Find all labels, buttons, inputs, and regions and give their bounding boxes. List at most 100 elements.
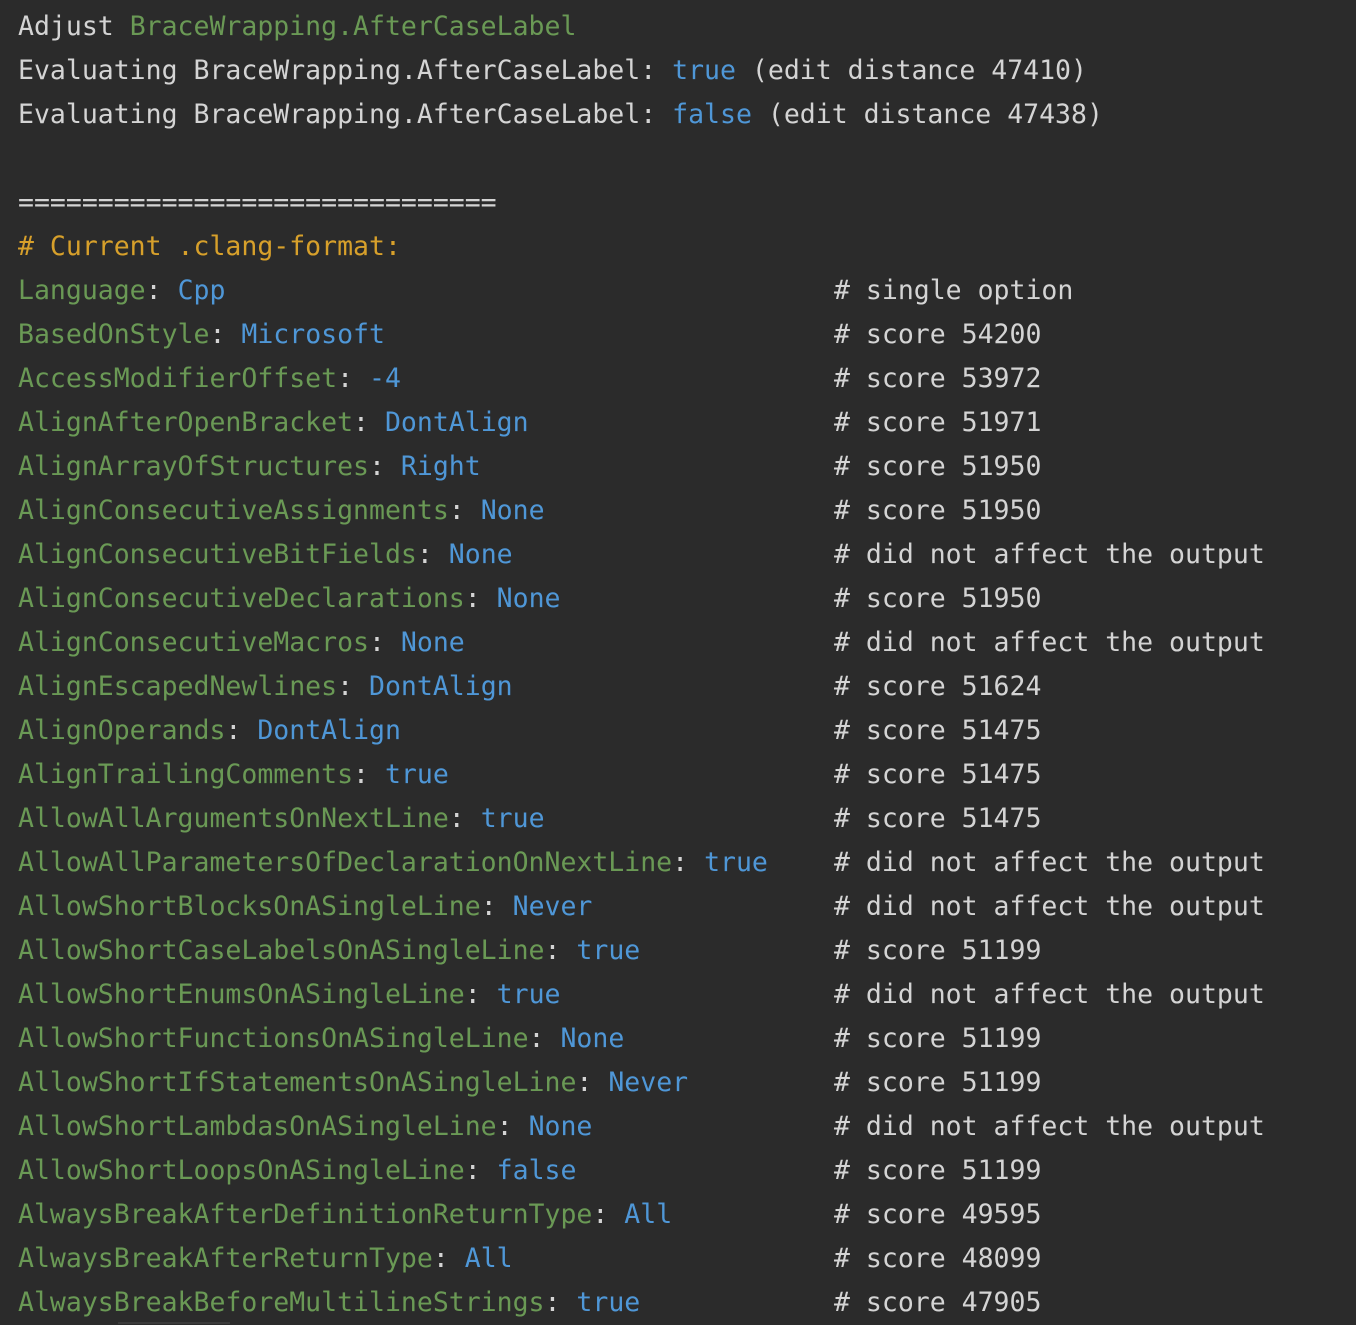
option-key: AlignEscapedNewlines xyxy=(18,671,338,702)
log-highlight: false xyxy=(672,99,752,130)
option-colon: : xyxy=(353,407,385,438)
option-comment: # score 51475 xyxy=(834,715,1042,746)
option-row: AlignConsecutiveAssignments: None # score… xyxy=(18,489,1356,533)
log-text: Evaluating BraceWrapping.AfterCaseLabel: xyxy=(18,55,673,86)
option-key: AllowShortLambdasOnASingleLine xyxy=(18,1111,497,1142)
console-output: Adjust BraceWrapping.AfterCaseLabel Evalu… xyxy=(18,5,1356,1325)
option-colon: : xyxy=(369,627,401,658)
option-key: AlignArrayOfStructures xyxy=(18,451,369,482)
console-window: { "header": [ {"prefix": "Adjust ", "hig… xyxy=(0,0,1356,1324)
option-colon: : xyxy=(544,935,577,966)
option-comment: # score 51971 xyxy=(834,407,1042,438)
option-key: AllowAllParametersOfDeclarationOnNextLin… xyxy=(18,847,673,878)
option-comment: # did not affect the output xyxy=(834,847,1265,878)
option-value: All xyxy=(624,1199,673,1230)
option-colon: : xyxy=(464,1155,497,1186)
option-comment: # score 51950 xyxy=(834,495,1042,526)
log-highlight: true xyxy=(672,55,736,86)
option-colon: : xyxy=(576,1067,609,1098)
option-value: true xyxy=(704,847,768,878)
option-value: All xyxy=(464,1243,513,1274)
option-colon: : xyxy=(448,803,481,834)
option-comment: # score 49595 xyxy=(834,1199,1042,1230)
option-colon: : xyxy=(225,715,258,746)
option-value: Cpp xyxy=(177,275,226,306)
option-value: true xyxy=(576,1287,641,1318)
option-comment: # did not affect the output xyxy=(834,979,1265,1010)
option-value: true xyxy=(480,803,545,834)
option-colon: : xyxy=(337,671,370,702)
option-row: AllowShortCaseLabelsOnASingleLine: true #… xyxy=(18,929,1356,973)
option-row: AlwaysBreakAfterDefinitionReturnType: Al… xyxy=(18,1193,1356,1237)
option-comment: # did not affect the output xyxy=(834,539,1265,570)
option-row: AlignConsecutiveBitFields: None # did not… xyxy=(18,533,1356,577)
option-comment: # score 51199 xyxy=(834,1067,1042,1098)
option-key: AlwaysBreakBeforeMultilineStrings xyxy=(18,1287,545,1318)
option-colon: : xyxy=(528,1023,561,1054)
option-value: None xyxy=(480,495,545,526)
option-row: AlignConsecutiveDeclarations: None # scor… xyxy=(18,577,1356,621)
option-comment: # score 53972 xyxy=(834,363,1042,394)
option-row: AccessModifierOffset: -4 # score 53972 xyxy=(18,357,1356,401)
option-value: None xyxy=(448,539,513,570)
option-value: true xyxy=(576,935,641,966)
option-value: None xyxy=(400,627,465,658)
option-value: true xyxy=(384,759,449,790)
log-header: Adjust BraceWrapping.AfterCaseLabel Evalu… xyxy=(18,5,1356,137)
option-colon: : xyxy=(480,891,513,922)
option-colon: : xyxy=(432,1243,465,1274)
option-key: AllowShortFunctionsOnASingleLine xyxy=(18,1023,529,1054)
option-comment: # score 51950 xyxy=(834,451,1042,482)
option-value: Microsoft xyxy=(241,319,385,350)
option-row: AlignOperands: DontAlign # score 51475 xyxy=(18,709,1356,753)
option-value: false xyxy=(496,1155,577,1186)
option-comment: # score 54200 xyxy=(834,319,1042,350)
option-comment: # score 51199 xyxy=(834,1155,1042,1186)
option-comment: # score 48099 xyxy=(834,1243,1042,1274)
log-line: Evaluating BraceWrapping.AfterCaseLabel:… xyxy=(18,93,1356,137)
option-key: Language xyxy=(18,275,146,306)
option-key: AlignConsecutiveBitFields xyxy=(18,539,417,570)
option-value: DontAlign xyxy=(369,671,513,702)
log-text: (edit distance 47438) xyxy=(751,99,1103,130)
option-colon: : xyxy=(464,979,497,1010)
option-row: AllowShortBlocksOnASingleLine: Never # di… xyxy=(18,885,1356,929)
option-row: AlignAfterOpenBracket: DontAlign # score … xyxy=(18,401,1356,445)
option-key: AlignConsecutiveAssignments xyxy=(18,495,449,526)
option-value: true xyxy=(496,979,561,1010)
option-key: AlignOperands xyxy=(18,715,226,746)
option-row: AllowShortLoopsOnASingleLine: false # sco… xyxy=(18,1149,1356,1193)
option-comment: # score 51475 xyxy=(834,759,1042,790)
option-colon: : xyxy=(369,451,401,482)
option-colon: : xyxy=(592,1199,625,1230)
option-value: -4 xyxy=(369,363,401,394)
options-list: Language: Cpp # single option BasedOnStyle… xyxy=(18,269,1356,1325)
option-colon: : xyxy=(496,1111,529,1142)
separator-line: ============================== xyxy=(18,187,497,218)
option-key: AllowShortIfStatementsOnASingleLine xyxy=(18,1067,577,1098)
option-row: AllowShortEnumsOnASingleLine: true # did … xyxy=(18,973,1356,1017)
option-key: AllowShortEnumsOnASingleLine xyxy=(18,979,465,1010)
option-key: AlignTrailingComments xyxy=(18,759,354,790)
option-key: AlignConsecutiveMacros xyxy=(18,627,369,658)
option-comment: # score 51199 xyxy=(834,935,1042,966)
option-value: Right xyxy=(400,451,481,482)
option-value: DontAlign xyxy=(384,407,529,438)
option-colon: : xyxy=(353,759,385,790)
option-colon: : xyxy=(209,319,242,350)
option-comment: # did not affect the output xyxy=(834,891,1265,922)
option-key: AlwaysBreakAfterDefinitionReturnType xyxy=(18,1199,593,1230)
option-colon: : xyxy=(337,363,370,394)
option-colon: : xyxy=(464,583,497,614)
option-key: AlignConsecutiveDeclarations xyxy=(18,583,465,614)
option-key: AllowShortCaseLabelsOnASingleLine xyxy=(18,935,545,966)
option-row: BasedOnStyle: Microsoft # score 54200 xyxy=(18,313,1356,357)
option-key: BasedOnStyle xyxy=(18,319,210,350)
option-key: AlignAfterOpenBracket xyxy=(18,407,354,438)
option-row: AlignConsecutiveMacros: None # did not af… xyxy=(18,621,1356,665)
log-highlight: BraceWrapping.AfterCaseLabel xyxy=(129,11,577,42)
option-key: AlwaysBreakAfterReturnType xyxy=(18,1243,433,1274)
option-row: AllowAllParametersOfDeclarationOnNextLin… xyxy=(18,841,1356,885)
option-key: AllowShortBlocksOnASingleLine xyxy=(18,891,481,922)
